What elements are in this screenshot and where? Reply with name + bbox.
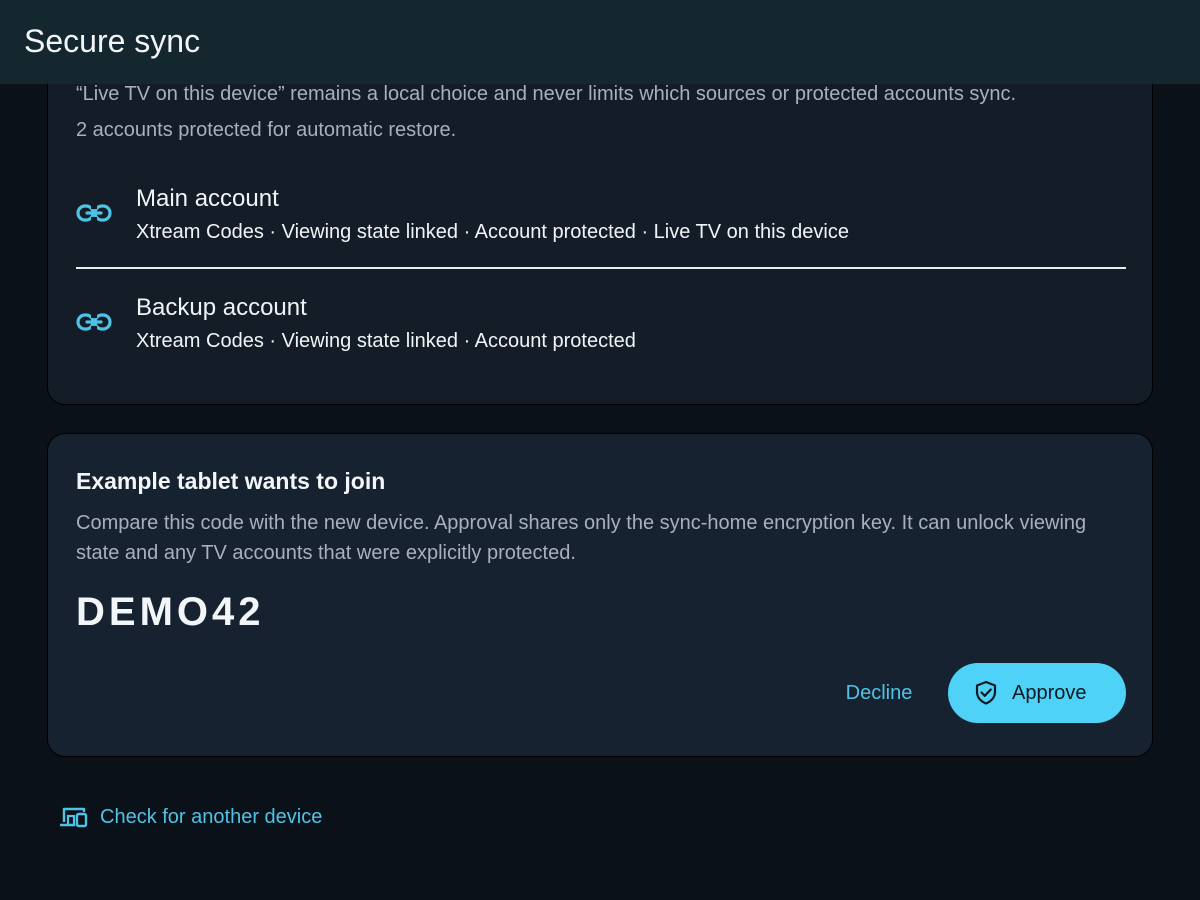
account-meta: Xtream Codes · Viewing state linked · Ac… bbox=[136, 330, 636, 352]
link-icon bbox=[76, 313, 112, 331]
join-request-title: Example tablet wants to join bbox=[76, 468, 386, 494]
protected-accounts-card: “Live TV on this device” remains a local… bbox=[47, 40, 1153, 405]
account-name: Backup account bbox=[136, 294, 307, 321]
protected-count-note: 2 accounts protected for automatic resto… bbox=[76, 119, 457, 141]
shield-check-icon bbox=[975, 680, 997, 705]
devices-icon bbox=[60, 807, 88, 828]
decline-button[interactable]: Decline bbox=[834, 668, 924, 718]
check-another-device-button[interactable]: Check for another device bbox=[60, 800, 322, 834]
divider bbox=[76, 267, 1126, 269]
link-icon bbox=[76, 204, 112, 222]
approve-button[interactable]: Approve bbox=[948, 663, 1126, 723]
account-name: Main account bbox=[136, 185, 279, 212]
account-row-backup[interactable]: Backup account Xtream Codes · Viewing st… bbox=[76, 294, 1126, 354]
account-meta: Xtream Codes · Viewing state linked · Ac… bbox=[136, 221, 849, 243]
join-request-description: Compare this code with the new device. A… bbox=[76, 512, 1087, 564]
approve-button-label: Approve bbox=[1012, 681, 1087, 704]
app-bar: Secure sync bbox=[0, 0, 1200, 84]
pairing-code: DEMO42 bbox=[76, 590, 265, 634]
join-request-card: Example tablet wants to join Compare thi… bbox=[47, 433, 1153, 757]
check-another-device-label: Check for another device bbox=[100, 805, 323, 828]
local-choice-note: “Live TV on this device” remains a local… bbox=[76, 83, 1017, 105]
page-title: Secure sync bbox=[24, 22, 201, 59]
account-row-main[interactable]: Main account Xtream Codes · Viewing stat… bbox=[76, 185, 1126, 245]
